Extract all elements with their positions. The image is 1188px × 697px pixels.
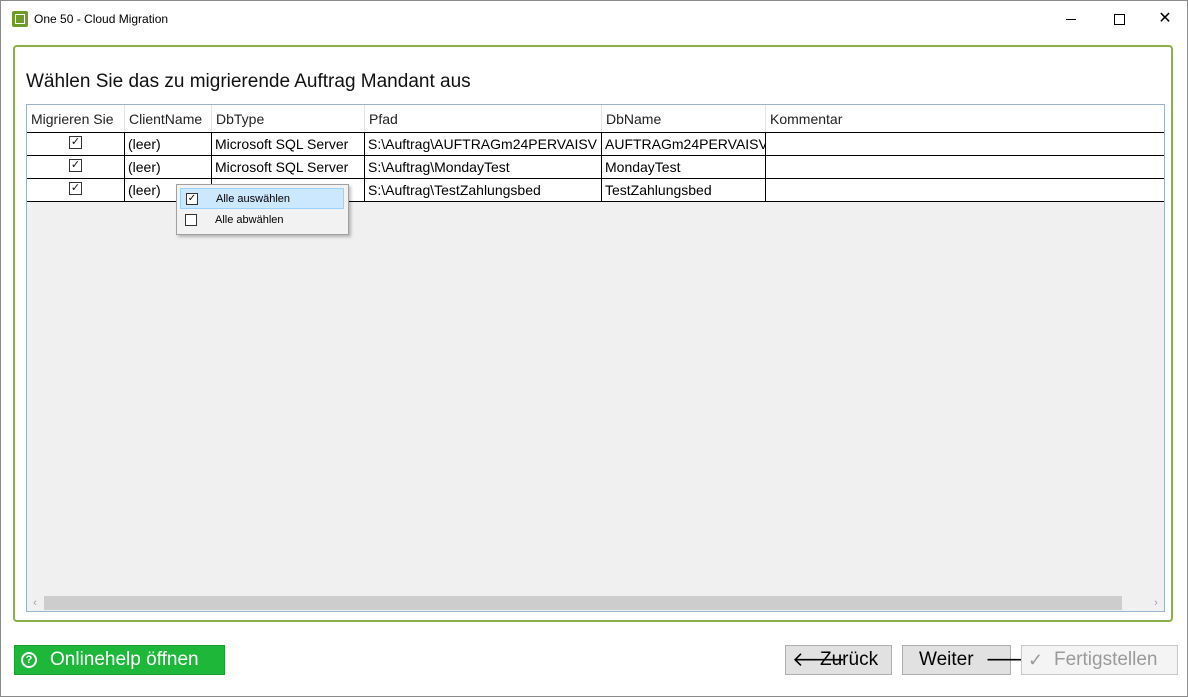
menu-item-label: Alle auswählen xyxy=(216,193,290,205)
column-header-clientname[interactable]: ClientName xyxy=(125,105,212,132)
kommentar-cell[interactable] xyxy=(766,179,1164,201)
dbname-cell: AUFTRAGm24PERVAISV xyxy=(602,133,766,155)
menu-item-select-all[interactable]: ✓ Alle auswählen xyxy=(180,188,344,209)
onlinehelp-label: Onlinehelp öffnen xyxy=(50,649,199,670)
migrate-checkbox[interactable]: ✓ xyxy=(69,159,82,172)
clientname-cell: (leer) xyxy=(125,133,212,155)
column-header-kommentar[interactable]: Kommentar xyxy=(766,105,1164,132)
next-label: Weiter xyxy=(919,649,974,670)
checkmark-icon: ✓ xyxy=(1028,650,1044,670)
dbname-cell: MondayTest xyxy=(602,156,766,178)
pfad-cell: S:\Auftrag\TestZahlungsbed xyxy=(365,179,602,201)
horizontal-scrollbar[interactable]: ‹ › xyxy=(27,595,1164,611)
next-button[interactable]: Weiter 🡒 xyxy=(902,645,1039,675)
minimize-icon xyxy=(1066,18,1076,20)
window-title: One 50 - Cloud Migration xyxy=(34,12,169,26)
checkbox-empty-icon xyxy=(185,214,197,226)
migrate-checkbox[interactable]: ✓ xyxy=(69,182,82,195)
back-label: Zurück xyxy=(820,649,879,670)
maximize-icon xyxy=(1113,13,1125,25)
dbtype-cell: Microsoft SQL Server xyxy=(212,133,365,155)
kommentar-cell[interactable] xyxy=(766,133,1164,155)
column-header-pfad[interactable]: Pfad xyxy=(365,105,602,132)
client-grid[interactable]: Migrieren Sie ClientName DbType Pfad DbN… xyxy=(26,104,1165,612)
migrate-cell[interactable]: ✓ xyxy=(27,179,125,201)
column-header-migrieren[interactable]: Migrieren Sie xyxy=(27,105,125,132)
finish-button[interactable]: ✓ Fertigstellen xyxy=(1021,645,1178,675)
onlinehelp-button[interactable]: ? Onlinehelp öffnen xyxy=(14,645,225,675)
scrollbar-thumb[interactable] xyxy=(44,596,1122,610)
page-title: Wählen Sie das zu migrierende Auftrag Ma… xyxy=(26,71,471,92)
kommentar-cell[interactable] xyxy=(766,156,1164,178)
maximize-button[interactable] xyxy=(1096,1,1142,37)
back-button[interactable]: 🡐 Zurück xyxy=(785,645,892,675)
table-row[interactable]: ✓ (leer) Microsoft SQL Server S:\Auftrag… xyxy=(27,132,1164,155)
migrate-cell[interactable]: ✓ xyxy=(27,156,125,178)
finish-label: Fertigstellen xyxy=(1054,649,1158,670)
table-row[interactable]: ✓ (leer) Microsoft SQL Server S:\Auftrag… xyxy=(27,155,1164,178)
menu-item-label: Alle abwählen xyxy=(215,214,284,226)
checkbox-checked-icon: ✓ xyxy=(186,193,198,205)
app-icon xyxy=(12,11,28,27)
clientname-cell: (leer) xyxy=(125,156,212,178)
title-bar[interactable]: One 50 - Cloud Migration ✕ xyxy=(1,1,1187,37)
minimize-button[interactable] xyxy=(1048,1,1094,37)
scroll-left-icon[interactable]: ‹ xyxy=(27,595,43,611)
dbtype-cell: Microsoft SQL Server xyxy=(212,156,365,178)
context-menu: ✓ Alle auswählen Alle abwählen xyxy=(176,184,349,235)
question-circle-icon: ? xyxy=(21,652,37,668)
scroll-right-icon[interactable]: › xyxy=(1148,595,1164,611)
migrate-checkbox[interactable]: ✓ xyxy=(69,136,82,149)
column-header-dbtype[interactable]: DbType xyxy=(212,105,365,132)
grid-header: Migrieren Sie ClientName DbType Pfad DbN… xyxy=(27,105,1164,132)
migrate-cell[interactable]: ✓ xyxy=(27,133,125,155)
pfad-cell: S:\Auftrag\MondayTest xyxy=(365,156,602,178)
column-header-dbname[interactable]: DbName xyxy=(602,105,766,132)
application-window: One 50 - Cloud Migration ✕ Wählen Sie da… xyxy=(0,0,1188,697)
menu-item-deselect-all[interactable]: Alle abwählen xyxy=(180,210,344,231)
close-icon: ✕ xyxy=(1158,10,1172,27)
dbname-cell: TestZahlungsbed xyxy=(602,179,766,201)
pfad-cell: S:\Auftrag\AUFTRAGm24PERVAISV xyxy=(365,133,602,155)
close-button[interactable]: ✕ xyxy=(1142,1,1188,37)
